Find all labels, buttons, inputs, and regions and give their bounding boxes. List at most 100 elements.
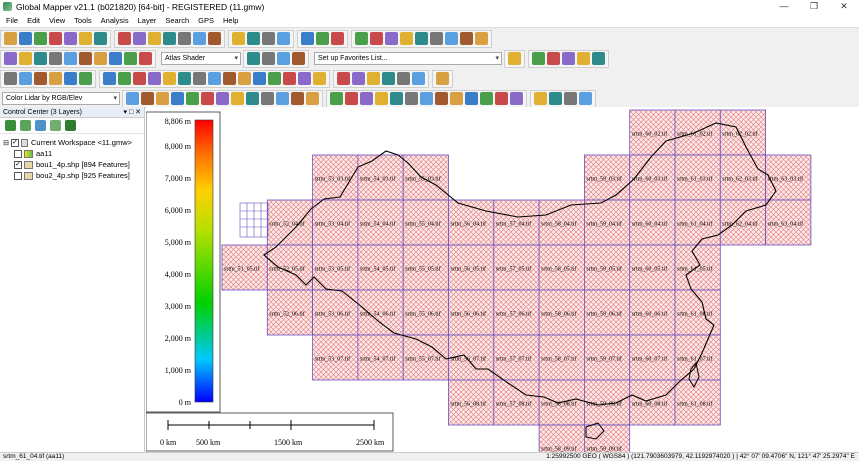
tool-icon[interactable] <box>592 52 605 65</box>
tool-icon[interactable] <box>246 92 259 105</box>
tool-icon[interactable] <box>141 92 154 105</box>
shader-select[interactable]: Atlas Shader <box>161 52 241 65</box>
tool-icon[interactable] <box>562 52 575 65</box>
tool-icon[interactable] <box>49 72 62 85</box>
tool-icon[interactable] <box>103 72 116 85</box>
search-layer-icon[interactable] <box>50 120 61 131</box>
tool-icon[interactable] <box>385 32 398 45</box>
tool-icon[interactable] <box>34 72 47 85</box>
tool-icon[interactable] <box>34 52 47 65</box>
tool-icon[interactable] <box>201 92 214 105</box>
tool-icon[interactable] <box>382 72 395 85</box>
tool-icon[interactable] <box>118 72 131 85</box>
tool-icon[interactable] <box>94 32 107 45</box>
tool-icon[interactable] <box>508 52 521 65</box>
tool-icon[interactable] <box>163 32 176 45</box>
menu-layer[interactable]: Layer <box>138 16 157 25</box>
tool-icon[interactable] <box>49 52 62 65</box>
tool-icon[interactable] <box>276 92 289 105</box>
tool-icon[interactable] <box>510 92 523 105</box>
menu-search[interactable]: Search <box>165 16 189 25</box>
map-canvas[interactable]: srtm_60_02.tif srtm_61_02.tif srtm_62_02.t… <box>146 107 859 452</box>
menu-analysis[interactable]: Analysis <box>101 16 129 25</box>
menu-edit[interactable]: Edit <box>27 16 40 25</box>
tool-icon[interactable] <box>549 92 562 105</box>
menu-view[interactable]: View <box>49 16 65 25</box>
tool-icon[interactable] <box>360 92 373 105</box>
tool-icon[interactable] <box>231 92 244 105</box>
tool-icon[interactable] <box>450 92 463 105</box>
tool-icon[interactable] <box>148 72 161 85</box>
tool-icon[interactable] <box>345 92 358 105</box>
tool-icon[interactable] <box>139 52 152 65</box>
open-layer-icon[interactable] <box>5 120 16 131</box>
minimize-button[interactable]: — <box>769 0 799 13</box>
tool-icon[interactable] <box>331 32 344 45</box>
tool-icon[interactable] <box>375 92 388 105</box>
layer-options-icon[interactable] <box>35 120 46 131</box>
layer-checkbox[interactable] <box>14 171 22 180</box>
tool-icon[interactable] <box>460 32 473 45</box>
tool-icon[interactable] <box>208 72 221 85</box>
tool-icon[interactable] <box>390 92 403 105</box>
workspace-checkbox[interactable]: ✓ <box>11 138 19 147</box>
tool-icon[interactable] <box>313 72 326 85</box>
tool-icon[interactable] <box>163 72 176 85</box>
layer-checkbox[interactable] <box>14 149 22 158</box>
tool-icon[interactable] <box>79 32 92 45</box>
tool-icon[interactable] <box>34 32 47 45</box>
tool-icon[interactable] <box>316 32 329 45</box>
tool-icon[interactable] <box>370 32 383 45</box>
tool-icon[interactable] <box>247 32 260 45</box>
layer-row[interactable]: bou2_4p.shp [925 Features] <box>2 170 142 181</box>
tool-icon[interactable] <box>268 72 281 85</box>
layer-row[interactable]: ✓ bou1_4p.shp [894 Features] <box>2 159 142 170</box>
tool-icon[interactable] <box>420 92 433 105</box>
tool-icon[interactable] <box>64 32 77 45</box>
tool-icon[interactable] <box>79 52 92 65</box>
collapse-icon[interactable]: ⊟ <box>2 139 10 147</box>
tool-icon[interactable] <box>306 92 319 105</box>
tool-icon[interactable] <box>4 32 17 45</box>
tool-icon[interactable] <box>412 72 425 85</box>
tool-icon[interactable] <box>534 92 547 105</box>
menu-tools[interactable]: Tools <box>74 16 92 25</box>
tool-icon[interactable] <box>547 52 560 65</box>
tool-icon[interactable] <box>19 32 32 45</box>
tool-icon[interactable] <box>64 72 77 85</box>
tool-icon[interactable] <box>156 92 169 105</box>
tool-icon[interactable] <box>126 92 139 105</box>
tool-icon[interactable] <box>261 92 274 105</box>
tool-icon[interactable] <box>400 32 413 45</box>
tool-icon[interactable] <box>19 72 32 85</box>
tool-icon[interactable] <box>253 72 266 85</box>
tool-icon[interactable] <box>247 52 260 65</box>
map-view[interactable]: srtm_60_02.tif srtm_61_02.tif srtm_62_02.t… <box>146 107 859 452</box>
tool-icon[interactable] <box>277 52 290 65</box>
workspace-row[interactable]: ⊟ ✓ Current Workspace <11.gmw> <box>2 137 142 148</box>
tool-icon[interactable] <box>148 32 161 45</box>
tool-icon[interactable] <box>292 52 305 65</box>
tool-icon[interactable] <box>4 72 17 85</box>
tool-icon[interactable] <box>436 72 449 85</box>
tool-icon[interactable] <box>262 52 275 65</box>
tool-icon[interactable] <box>186 92 199 105</box>
metadata-icon[interactable] <box>65 120 76 131</box>
tool-icon[interactable] <box>579 92 592 105</box>
tool-icon[interactable] <box>193 32 206 45</box>
tool-icon[interactable] <box>19 52 32 65</box>
tool-icon[interactable] <box>367 72 380 85</box>
panel-window-buttons[interactable]: ▾ □ ✕ <box>124 108 142 116</box>
maximize-button[interactable]: ❐ <box>799 0 829 13</box>
tool-icon[interactable] <box>465 92 478 105</box>
add-layer-icon[interactable] <box>20 120 31 131</box>
tool-icon[interactable] <box>4 52 17 65</box>
tool-icon[interactable] <box>430 32 443 45</box>
tool-icon[interactable] <box>397 72 410 85</box>
tool-icon[interactable] <box>291 92 304 105</box>
tool-icon[interactable] <box>445 32 458 45</box>
lidar-color-select[interactable]: Color Lidar by RGB/Elev <box>2 92 120 105</box>
tool-icon[interactable] <box>178 72 191 85</box>
tool-icon[interactable] <box>79 72 92 85</box>
tool-icon[interactable] <box>94 52 107 65</box>
